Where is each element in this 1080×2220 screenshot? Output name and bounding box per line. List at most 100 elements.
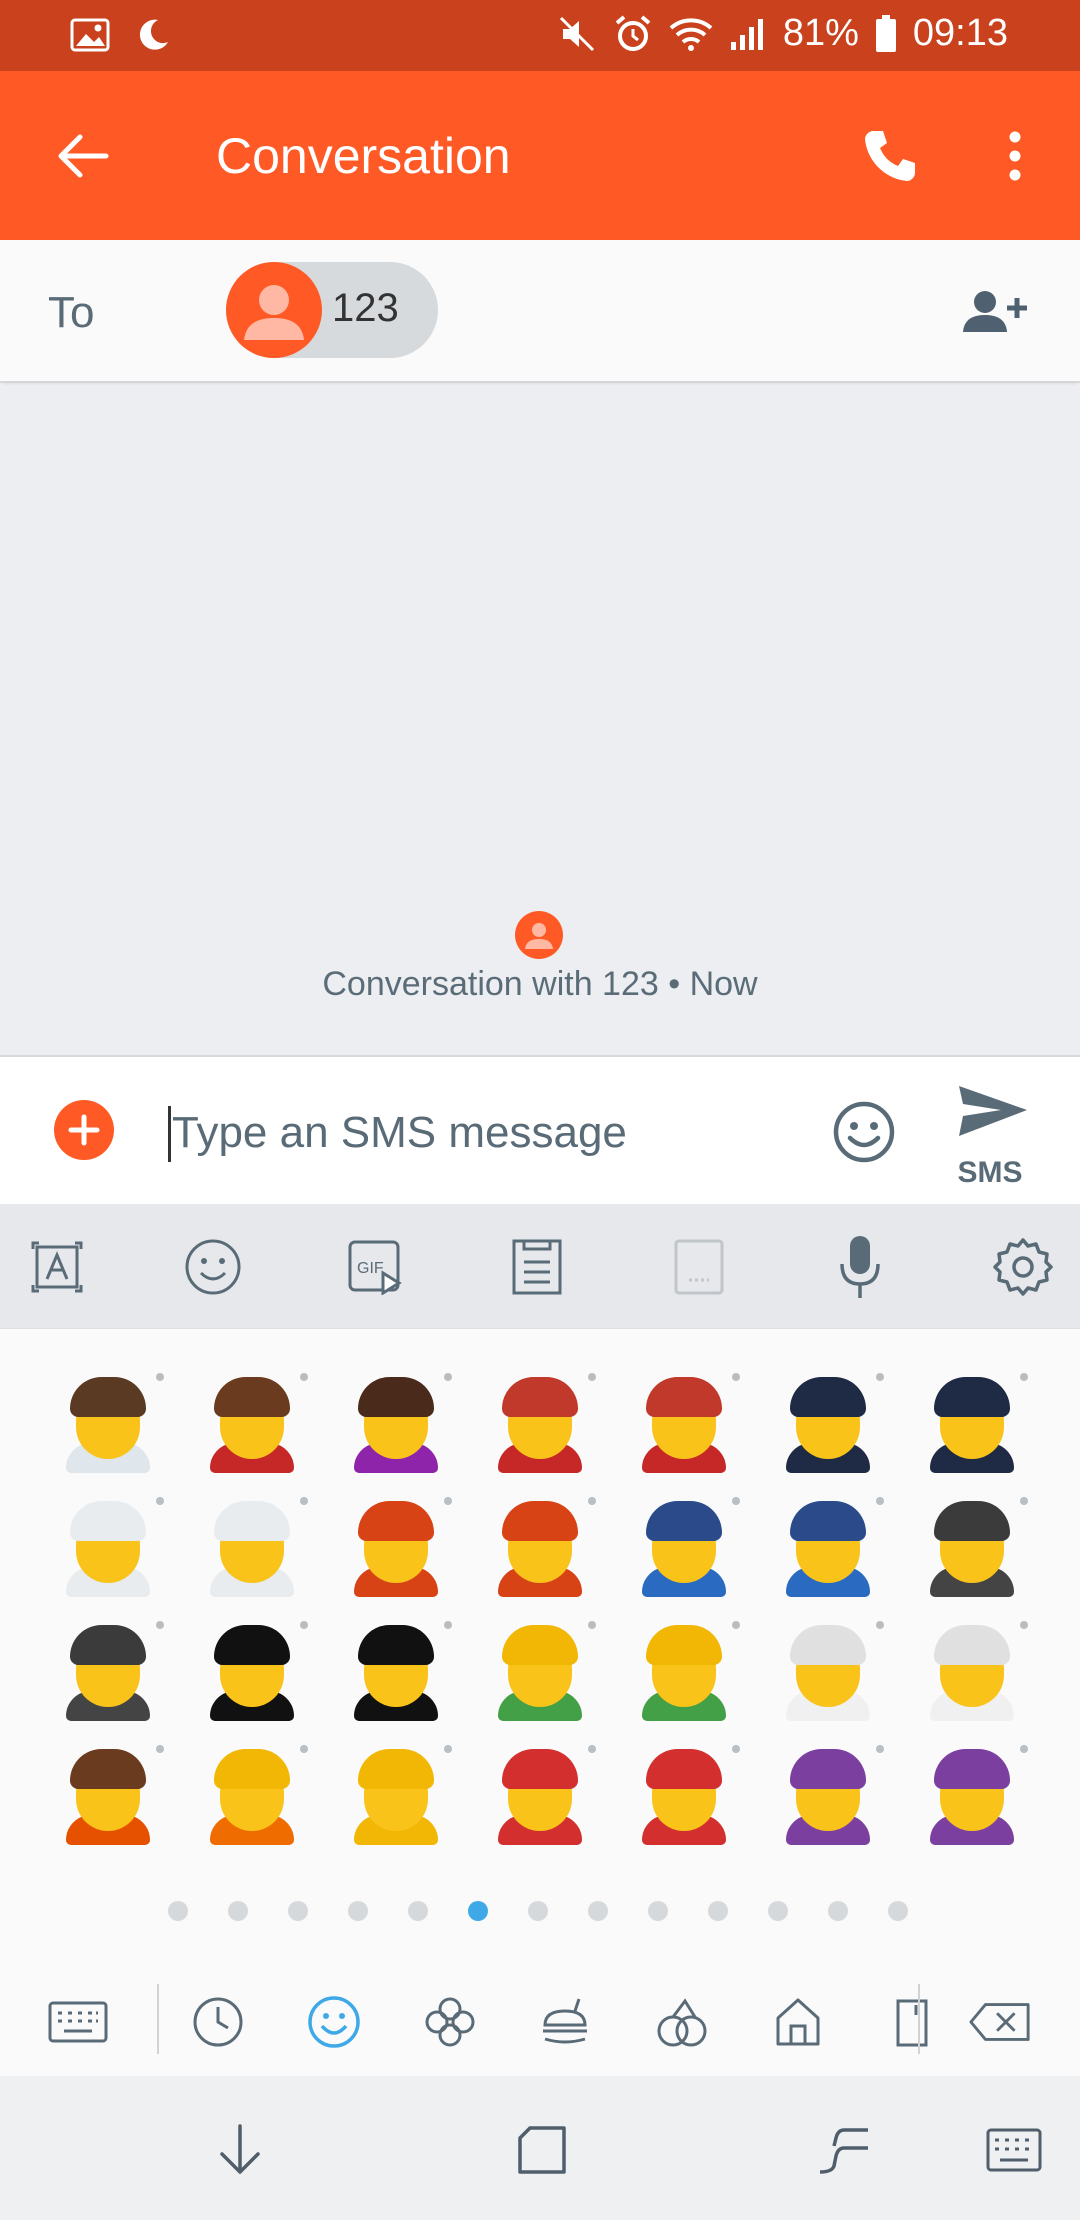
voice-input-button[interactable] bbox=[827, 1234, 893, 1300]
emoji-woman-technologist[interactable] bbox=[60, 1371, 164, 1473]
emoji-man-artist[interactable] bbox=[492, 1371, 596, 1473]
emoji-man-wearing-turban[interactable] bbox=[780, 1619, 884, 1721]
emoji-panel bbox=[0, 1328, 1080, 2076]
one-hand-keyboard-button[interactable] bbox=[666, 1234, 732, 1300]
svg-text:GIF: GIF bbox=[357, 1260, 384, 1277]
emoji-woman-pilot[interactable] bbox=[924, 1371, 1028, 1473]
more-vertical-icon bbox=[1009, 131, 1021, 181]
emoji-man-pilot[interactable] bbox=[780, 1371, 884, 1473]
category-nature[interactable] bbox=[418, 1990, 482, 2054]
wifi-icon bbox=[669, 16, 713, 52]
gallery-icon bbox=[70, 18, 110, 52]
gif-button[interactable]: GIF bbox=[343, 1234, 409, 1300]
keyboard-icon bbox=[48, 2001, 108, 2043]
recipient-row: To 123 bbox=[0, 240, 1080, 383]
emoji-woman-construction-worker[interactable] bbox=[636, 1619, 740, 1721]
send-button[interactable]: SMS bbox=[945, 1080, 1035, 1190]
keyboard-switch-button[interactable] bbox=[982, 2118, 1046, 2182]
battery-icon bbox=[875, 14, 897, 53]
emoji-man-singer[interactable] bbox=[204, 1371, 308, 1473]
keyboard-switch-icon bbox=[986, 2128, 1042, 2172]
emoji-woman-astronaut[interactable] bbox=[204, 1495, 308, 1597]
emoji-woman-mage[interactable] bbox=[924, 1743, 1028, 1845]
recents-button[interactable] bbox=[510, 2118, 574, 2182]
page-dot bbox=[288, 1901, 308, 1921]
battery-percent: 81% bbox=[782, 12, 859, 54]
activity-icon bbox=[657, 1998, 707, 2047]
emoji-category-bar bbox=[0, 1970, 1080, 2076]
keyboard-settings-button[interactable] bbox=[990, 1234, 1056, 1300]
settings-icon bbox=[993, 1238, 1053, 1296]
page-dot bbox=[888, 1901, 908, 1921]
emoji-icon bbox=[185, 1239, 241, 1295]
emoji-woman-singer[interactable] bbox=[348, 1371, 452, 1473]
places-icon bbox=[776, 1998, 820, 2046]
one-hand-keyboard-icon bbox=[674, 1239, 724, 1295]
emoji-button[interactable] bbox=[830, 1098, 898, 1166]
page-dot bbox=[228, 1901, 248, 1921]
text-edit-icon bbox=[31, 1241, 83, 1293]
emoji-mrs-claus[interactable] bbox=[636, 1743, 740, 1845]
emoji-keyboard-button[interactable] bbox=[180, 1234, 246, 1300]
emoji-woman-police-officer[interactable] bbox=[780, 1495, 884, 1597]
emoji-woman-guard[interactable] bbox=[348, 1619, 452, 1721]
recipient-chip[interactable]: 123 bbox=[226, 262, 438, 358]
recipient-label: 123 bbox=[332, 286, 399, 330]
page-dot bbox=[348, 1901, 368, 1921]
emoji-man-guard[interactable] bbox=[204, 1619, 308, 1721]
navigation-bar bbox=[0, 2076, 1080, 2220]
back-nav-button[interactable] bbox=[812, 2118, 876, 2182]
clipboard-button[interactable] bbox=[504, 1234, 570, 1300]
emoji-blond-woman[interactable] bbox=[348, 1743, 452, 1845]
category-places[interactable] bbox=[766, 1990, 830, 2054]
category-separator bbox=[918, 1984, 920, 2054]
emoji-bearded-person[interactable] bbox=[60, 1743, 164, 1845]
recent-icon bbox=[193, 1997, 243, 2047]
emoji-woman-firefighter[interactable] bbox=[492, 1495, 596, 1597]
send-icon bbox=[959, 1086, 1027, 1136]
page-dot bbox=[168, 1901, 188, 1921]
page-dot bbox=[768, 1901, 788, 1921]
emoji-santa-claus[interactable] bbox=[492, 1743, 596, 1845]
conversation-info: Conversation with 123 • Now bbox=[322, 965, 758, 1003]
category-smileys[interactable] bbox=[302, 1990, 366, 2054]
smileys-icon bbox=[308, 1996, 360, 2048]
emoji-man-astronaut[interactable] bbox=[60, 1495, 164, 1597]
category-recent[interactable] bbox=[186, 1990, 250, 2054]
category-food[interactable] bbox=[534, 1990, 598, 2054]
add-person-icon bbox=[963, 291, 1027, 332]
message-composer: SMS bbox=[0, 1058, 1080, 1204]
keyboard-switch-category[interactable] bbox=[46, 1990, 110, 2054]
more-options-button[interactable] bbox=[985, 121, 1045, 191]
category-objects[interactable] bbox=[880, 1990, 944, 2054]
conversation-avatar bbox=[515, 911, 563, 959]
backspace-icon bbox=[969, 2003, 1030, 2041]
attach-button[interactable] bbox=[54, 1100, 114, 1160]
emoji-blond-man[interactable] bbox=[204, 1743, 308, 1845]
emoji-man-construction-worker[interactable] bbox=[492, 1619, 596, 1721]
emoji-man-firefighter[interactable] bbox=[348, 1495, 452, 1597]
emoji-man-mage[interactable] bbox=[780, 1743, 884, 1845]
emoji-woman-wearing-turban[interactable] bbox=[924, 1619, 1028, 1721]
emoji-man-detective[interactable] bbox=[924, 1495, 1028, 1597]
page-dot bbox=[648, 1901, 668, 1921]
hide-keyboard-button[interactable] bbox=[208, 2118, 272, 2182]
text-edit-button[interactable] bbox=[24, 1234, 90, 1300]
emoji-man-police-officer[interactable] bbox=[636, 1495, 740, 1597]
clipboard-icon bbox=[512, 1239, 562, 1295]
back-button[interactable] bbox=[48, 121, 118, 191]
backspace-button[interactable] bbox=[968, 1990, 1032, 2054]
emoji-woman-artist[interactable] bbox=[636, 1371, 740, 1473]
contact-avatar bbox=[226, 262, 322, 358]
add-recipient-button[interactable] bbox=[950, 282, 1036, 342]
hide-keyboard-icon bbox=[220, 2124, 260, 2174]
page-dot bbox=[528, 1901, 548, 1921]
gif-icon: GIF bbox=[348, 1240, 402, 1295]
nature-icon bbox=[425, 1997, 475, 2047]
message-input[interactable] bbox=[172, 1100, 792, 1166]
conversation-area: Conversation with 123 • Now bbox=[0, 385, 1080, 1057]
emoji-woman-detective[interactable] bbox=[60, 1619, 164, 1721]
call-button[interactable] bbox=[850, 121, 930, 191]
category-activity[interactable] bbox=[650, 1990, 714, 2054]
page-dot bbox=[468, 1901, 488, 1921]
